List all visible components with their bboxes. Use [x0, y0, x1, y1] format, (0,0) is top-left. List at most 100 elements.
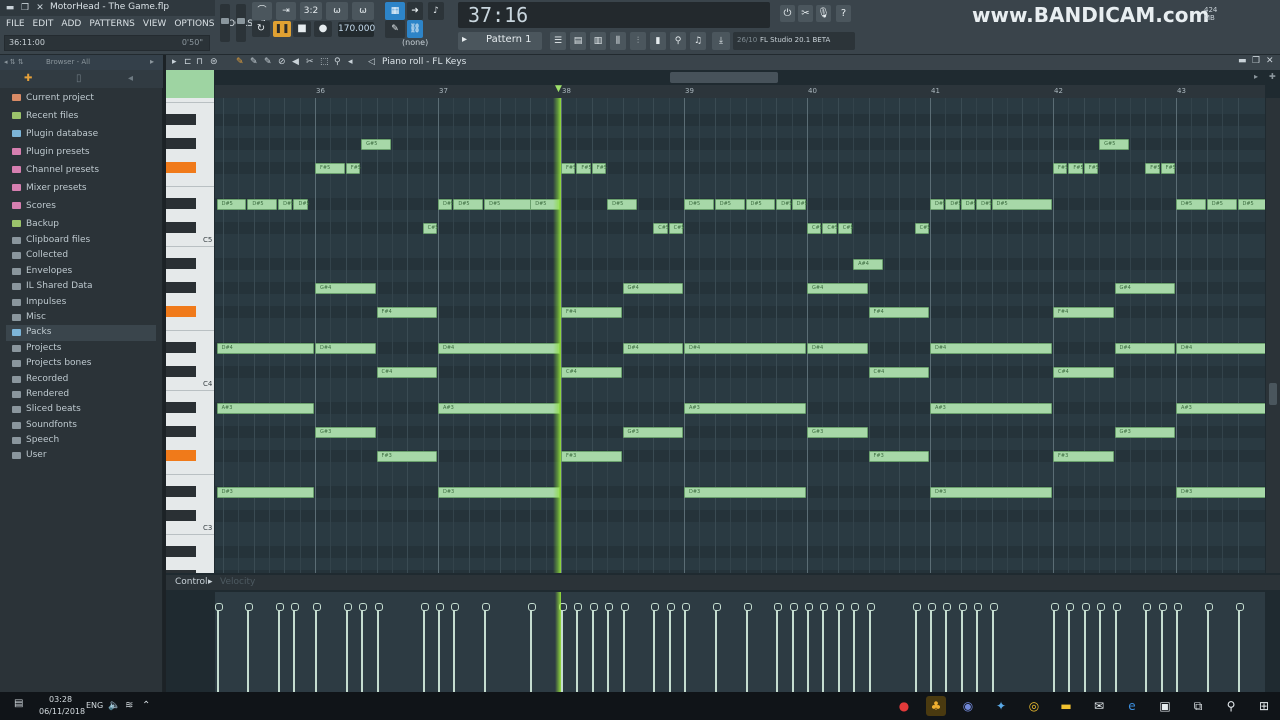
zoom-tool-icon[interactable]: ⚲ [334, 57, 341, 67]
note[interactable]: D#4 [438, 342, 560, 354]
search-icon[interactable]: ⚲ [1221, 696, 1241, 716]
note[interactable]: F#4 [868, 306, 929, 318]
velocity-lane[interactable] [215, 592, 1265, 692]
file-icon[interactable]: ▯ [76, 73, 82, 84]
note[interactable]: D#4 [622, 342, 683, 354]
mixer-icon[interactable]: ⫼ [610, 32, 626, 50]
snap-arrow-icon[interactable]: ➜ [407, 2, 423, 20]
note[interactable]: F#5 [1068, 162, 1084, 174]
note[interactable]: F#5 [1083, 162, 1099, 174]
store-icon[interactable]: ▣ [1155, 696, 1175, 716]
velocity-stalk[interactable] [1204, 603, 1213, 692]
black-key[interactable] [166, 570, 196, 573]
scroll-right-icon[interactable]: ▸ [1254, 72, 1258, 81]
velocity-stalk[interactable] [1158, 603, 1167, 692]
note[interactable]: G#4 [315, 282, 376, 294]
note[interactable]: D#5 [684, 198, 714, 210]
velocity-stalk[interactable] [835, 603, 844, 692]
bandicam-app-icon[interactable]: ● [894, 696, 914, 716]
velocity-stalk[interactable] [789, 603, 798, 692]
black-key[interactable] [166, 222, 196, 233]
note[interactable]: D#5 [216, 198, 247, 210]
master-pitch-slider[interactable] [236, 4, 246, 42]
velocity-stalk[interactable] [974, 603, 983, 692]
menu-add[interactable]: ADD [61, 17, 81, 31]
note[interactable]: F#5 [561, 162, 576, 174]
velocity-stalk[interactable] [245, 603, 254, 692]
step-edit-icon[interactable]: ω [326, 2, 348, 20]
note[interactable]: D#4 [1176, 342, 1265, 354]
note[interactable]: D#5 [745, 198, 776, 210]
note[interactable]: D#5 [438, 198, 454, 210]
browser-item[interactable]: Rendered [6, 387, 156, 402]
playlist-icon[interactable]: ☰ [550, 32, 566, 50]
vertical-scrollbar[interactable] [1266, 98, 1280, 573]
master-volume-slider[interactable] [220, 4, 230, 42]
delete-tool-icon[interactable]: ✎ [264, 57, 272, 67]
black-key[interactable] [166, 258, 196, 269]
minimize-icon[interactable]: ▬ [4, 2, 16, 14]
mail-icon[interactable]: ✉ [1089, 696, 1109, 716]
velocity-stalk[interactable] [958, 603, 967, 692]
clock-time[interactable]: 03:28 [49, 695, 72, 704]
velocity-stalk[interactable] [1081, 603, 1090, 692]
note[interactable]: F#4 [561, 306, 622, 318]
black-key[interactable] [166, 450, 196, 461]
pr-minimize-icon[interactable]: ▬ [1238, 56, 1247, 66]
velocity-stalk[interactable] [343, 603, 352, 692]
note[interactable]: F#5 [315, 162, 345, 174]
velocity-stalk[interactable] [912, 603, 921, 692]
zoom-in-icon[interactable]: ✚ [1269, 72, 1276, 81]
note[interactable]: D#5 [607, 198, 637, 210]
playhead[interactable] [553, 98, 561, 573]
black-key[interactable] [166, 198, 196, 209]
file-explorer-icon[interactable]: ▬ [1056, 696, 1076, 716]
note[interactable]: G#4 [622, 282, 683, 294]
browser-item[interactable]: Clipboard files [6, 233, 156, 248]
piano-roll-menu-icon[interactable]: ▸ [172, 57, 177, 67]
note[interactable]: D#5 [714, 198, 745, 210]
notification-icon[interactable]: ▤ [14, 698, 23, 709]
song-time-display[interactable]: 37:16 www.BANDICAM.com 424 MB [458, 2, 1217, 28]
velocity-stalk[interactable] [774, 603, 783, 692]
black-key[interactable] [166, 138, 196, 149]
note[interactable]: C#5 [914, 222, 931, 234]
note[interactable]: F#5 [1053, 162, 1068, 174]
note[interactable]: D#4 [216, 342, 314, 354]
black-key[interactable] [166, 282, 196, 293]
browser-item[interactable]: Scores [6, 197, 156, 215]
audio-icon[interactable]: ♪ [428, 2, 444, 20]
magnet-icon[interactable]: ⊏ [184, 57, 192, 67]
note[interactable]: D#4 [807, 342, 868, 354]
browser-item[interactable]: Collected [6, 248, 156, 263]
note[interactable]: G#3 [315, 426, 376, 438]
pattern-prev-icon[interactable]: ▸ [462, 34, 467, 45]
velocity-stalk[interactable] [359, 603, 368, 692]
velocity-stalk[interactable] [215, 603, 223, 692]
note[interactable]: F#5 [345, 162, 361, 174]
note[interactable]: D#5 [247, 198, 278, 210]
browser-arrows-icon[interactable]: ◂ ⇅ ⇅ [4, 58, 24, 66]
clock-date[interactable]: 06/11/2018 [39, 707, 85, 716]
restore-icon[interactable]: ❐ [19, 2, 31, 14]
pr-maximize-icon[interactable]: ❐ [1252, 56, 1260, 66]
note[interactable]: F#5 [1160, 162, 1176, 174]
select-tool-icon[interactable]: ⬚ [320, 57, 329, 67]
velocity-stalk[interactable] [451, 603, 460, 692]
stop-button[interactable]: ■ [293, 21, 311, 37]
note[interactable]: F#3 [561, 450, 622, 462]
black-key[interactable] [166, 486, 196, 497]
velocity-stalk[interactable] [436, 603, 444, 692]
note[interactable]: F#5 [591, 162, 607, 174]
note[interactable]: C#5 [653, 222, 669, 234]
browser-item[interactable]: Recent files [6, 107, 156, 125]
tools-icon[interactable]: ✂ [798, 5, 813, 22]
microphone-icon[interactable]: 🎙 [816, 5, 831, 22]
note[interactable]: D#5 [945, 198, 962, 210]
note[interactable]: D#4 [684, 342, 806, 354]
task-view-icon[interactable]: ⧉ [1188, 696, 1208, 716]
note[interactable]: F#4 [376, 306, 437, 318]
browser-item[interactable]: IL Shared Data [6, 279, 156, 294]
cpu-icon[interactable]: ⏻ [780, 5, 795, 22]
tray-expand-icon[interactable]: ⌃ [142, 700, 150, 711]
